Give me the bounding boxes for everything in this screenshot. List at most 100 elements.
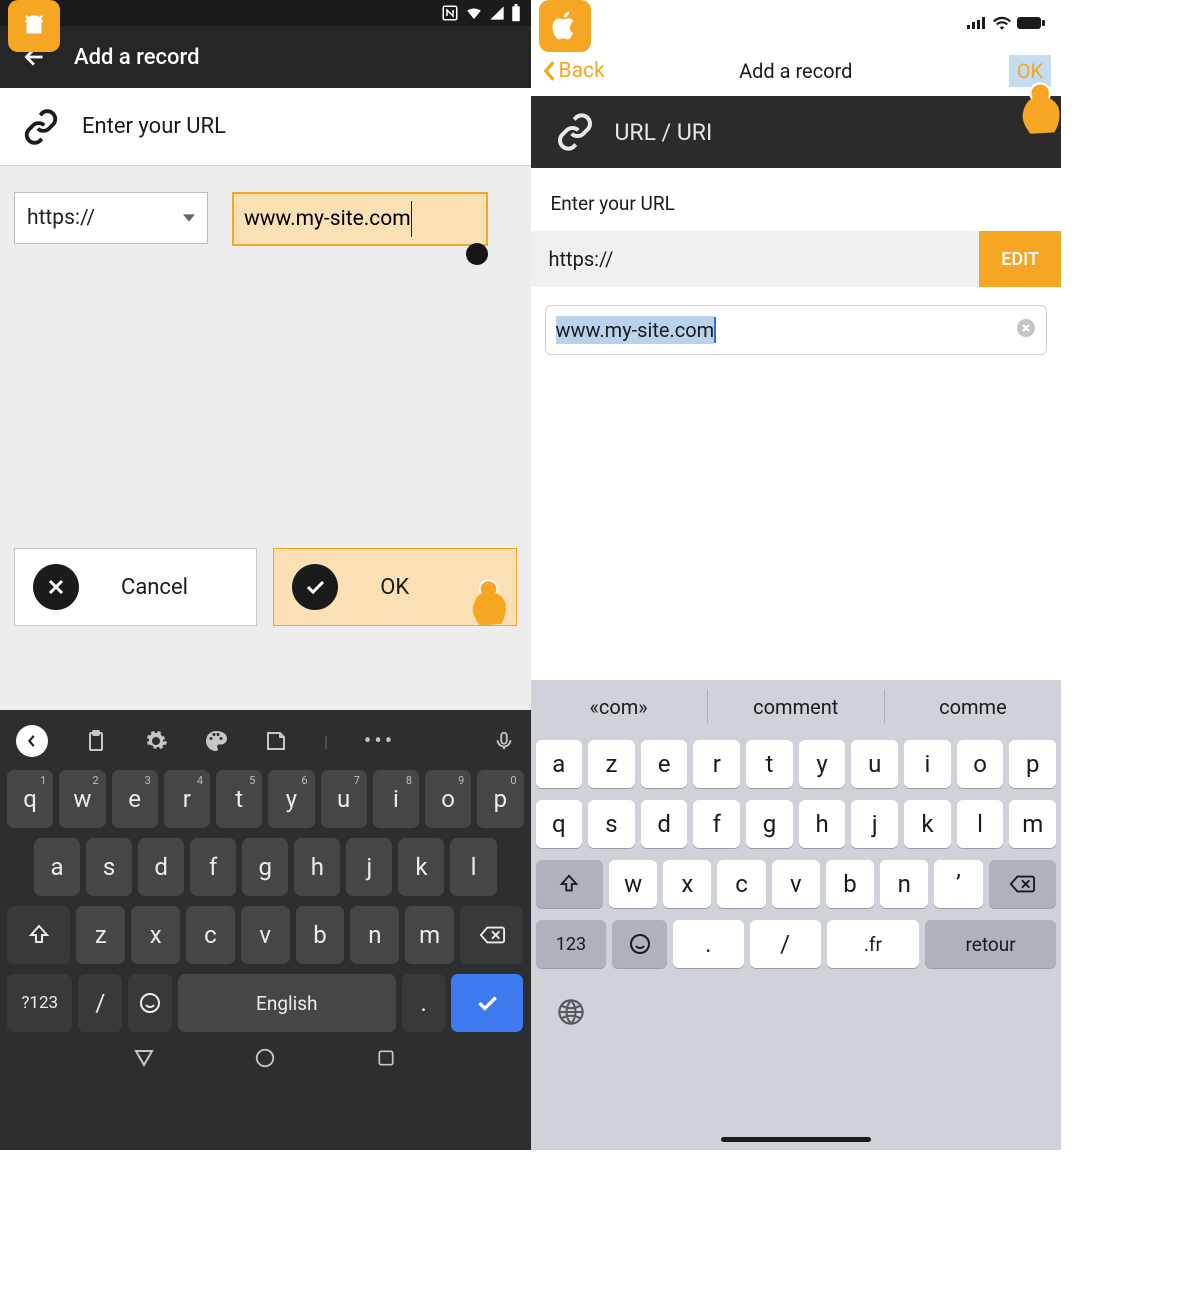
cursor-handle[interactable] xyxy=(466,243,488,265)
backspace-key[interactable] xyxy=(989,860,1057,908)
nav-back-icon[interactable] xyxy=(134,1048,154,1068)
ok-button[interactable]: OK xyxy=(273,548,516,626)
key-s[interactable]: s xyxy=(86,838,132,896)
key-y[interactable]: y xyxy=(799,740,846,788)
globe-icon[interactable] xyxy=(557,998,585,1026)
suggestion-2[interactable]: comment xyxy=(708,680,884,734)
key-z[interactable]: z xyxy=(588,740,635,788)
key-c[interactable]: c xyxy=(186,906,235,964)
key-u[interactable]: u xyxy=(851,740,898,788)
key-i[interactable]: i8 xyxy=(373,770,419,828)
suggestion-1[interactable]: «com» xyxy=(531,680,707,734)
key-l[interactable]: l xyxy=(450,838,496,896)
ok-button[interactable]: OK xyxy=(1009,55,1051,87)
kb-collapse-icon[interactable] xyxy=(16,725,48,757)
space-key[interactable]: English xyxy=(178,974,396,1032)
switch-key[interactable]: ?123 xyxy=(7,974,72,1032)
key-o[interactable]: o xyxy=(957,740,1004,788)
key-x[interactable]: x xyxy=(663,860,711,908)
key-s[interactable]: s xyxy=(588,800,635,848)
key-k[interactable]: k xyxy=(398,838,444,896)
key-w[interactable]: w xyxy=(609,860,657,908)
fr-key[interactable]: .fr xyxy=(827,920,920,968)
key-h[interactable]: h xyxy=(294,838,340,896)
key-u[interactable]: u7 xyxy=(321,770,367,828)
key-f[interactable]: f xyxy=(190,838,236,896)
slash-key[interactable]: / xyxy=(750,920,821,968)
url-input[interactable]: www.my-site.com xyxy=(232,192,488,246)
key-d[interactable]: d xyxy=(641,800,688,848)
key-v[interactable]: v xyxy=(772,860,820,908)
key-d[interactable]: d xyxy=(138,838,184,896)
clear-icon[interactable] xyxy=(1016,318,1036,343)
key-g[interactable]: g xyxy=(746,800,793,848)
nav-recent-icon[interactable] xyxy=(376,1048,396,1068)
key-j[interactable]: j xyxy=(346,838,392,896)
suggestion-3[interactable]: comme xyxy=(885,680,1061,734)
dot-key[interactable]: . xyxy=(673,920,744,968)
cancel-button[interactable]: Cancel xyxy=(14,548,257,626)
key-k[interactable]: k xyxy=(904,800,951,848)
ios-keyboard[interactable]: «com» comment comme azertyuiop qsdfghjkl… xyxy=(531,680,1062,1150)
key-b[interactable]: b xyxy=(826,860,874,908)
nav-home-icon[interactable] xyxy=(254,1047,276,1069)
palette-icon[interactable] xyxy=(204,729,228,753)
key-apostrophe[interactable]: ’ xyxy=(934,860,982,908)
text-caret xyxy=(714,317,716,343)
url-input[interactable]: www.my-site.com xyxy=(545,305,1048,355)
back-button[interactable]: Back xyxy=(541,59,605,83)
emoji-key[interactable] xyxy=(612,920,667,968)
key-b[interactable]: b xyxy=(296,906,345,964)
key-t[interactable]: t5 xyxy=(216,770,262,828)
key-z[interactable]: z xyxy=(76,906,125,964)
protocol-select[interactable]: https:// xyxy=(14,192,208,244)
slash-key[interactable]: / xyxy=(78,974,122,1032)
more-icon[interactable]: ••• xyxy=(364,729,395,754)
mic-icon[interactable] xyxy=(493,730,515,752)
key-m[interactable]: m xyxy=(405,906,454,964)
home-indicator[interactable] xyxy=(721,1137,871,1142)
edit-button[interactable]: EDIT xyxy=(979,231,1061,287)
return-key[interactable]: retour xyxy=(925,920,1056,968)
key-v[interactable]: v xyxy=(241,906,290,964)
ok-label: OK xyxy=(380,575,409,600)
key-l[interactable]: l xyxy=(957,800,1004,848)
kb-row-4: ?123 / English . xyxy=(4,974,527,1032)
key-f[interactable]: f xyxy=(693,800,740,848)
key-a[interactable]: a xyxy=(34,838,80,896)
key-n[interactable]: n xyxy=(350,906,399,964)
android-keyboard[interactable]: | ••• q1w2e3r4t5y6u7i8o9p0 asdfghjkl zxc… xyxy=(0,710,531,1150)
key-e[interactable]: e xyxy=(641,740,688,788)
gear-icon[interactable] xyxy=(144,729,168,753)
key-e[interactable]: e3 xyxy=(112,770,158,828)
key-h[interactable]: h xyxy=(799,800,846,848)
key-m[interactable]: m xyxy=(1009,800,1056,848)
key-g[interactable]: g xyxy=(242,838,288,896)
sticker-icon[interactable] xyxy=(264,729,288,753)
key-w[interactable]: w2 xyxy=(59,770,105,828)
key-n[interactable]: n xyxy=(880,860,928,908)
key-q[interactable]: q1 xyxy=(7,770,53,828)
key-p[interactable]: p xyxy=(1009,740,1056,788)
wifi-icon xyxy=(465,4,483,22)
key-r[interactable]: r xyxy=(693,740,740,788)
key-a[interactable]: a xyxy=(536,740,583,788)
key-x[interactable]: x xyxy=(131,906,180,964)
emoji-key[interactable] xyxy=(128,974,172,1032)
key-q[interactable]: q xyxy=(536,800,583,848)
enter-key[interactable] xyxy=(451,974,523,1032)
backspace-key[interactable] xyxy=(460,906,523,964)
key-j[interactable]: j xyxy=(851,800,898,848)
key-r[interactable]: r4 xyxy=(164,770,210,828)
dot-key[interactable]: . xyxy=(402,974,446,1032)
key-o[interactable]: o9 xyxy=(425,770,471,828)
key-y[interactable]: y6 xyxy=(268,770,314,828)
key-t[interactable]: t xyxy=(746,740,793,788)
shift-key[interactable] xyxy=(536,860,604,908)
shift-key[interactable] xyxy=(7,906,70,964)
key-i[interactable]: i xyxy=(904,740,951,788)
clipboard-icon[interactable] xyxy=(84,729,108,753)
key-c[interactable]: c xyxy=(717,860,765,908)
switch-key[interactable]: 123 xyxy=(536,920,607,968)
key-p[interactable]: p0 xyxy=(477,770,523,828)
